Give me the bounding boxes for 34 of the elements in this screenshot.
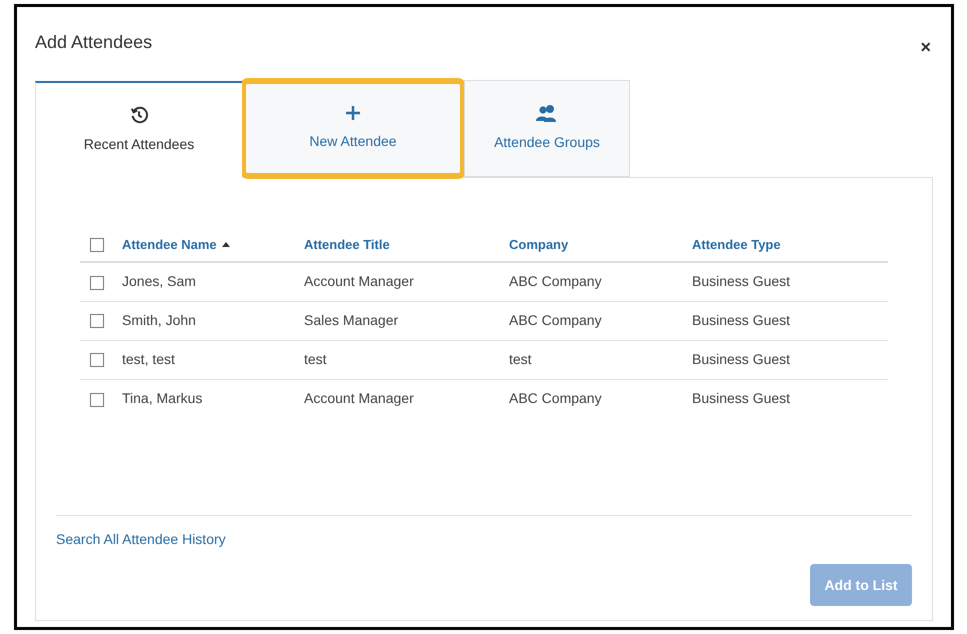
search-history-link[interactable]: Search All Attendee History: [56, 531, 226, 547]
table-cell: Business Guest: [692, 390, 790, 406]
history-icon: [130, 106, 148, 124]
table-cell: Sales Manager: [304, 312, 398, 328]
table-cell: ABC Company: [509, 312, 602, 328]
tab[interactable]: New Attendee: [242, 80, 464, 177]
dialog-title: Add Attendees: [35, 31, 152, 54]
tab[interactable]: Attendee Groups: [464, 80, 630, 177]
table-cell: Business Guest: [692, 312, 790, 328]
users-icon: [536, 104, 558, 122]
table-cell: Smith, John: [122, 312, 196, 328]
checkbox[interactable]: [90, 276, 104, 290]
column-header[interactable]: Attendee Type: [692, 234, 781, 254]
column-header[interactable]: Attendee Title: [304, 234, 390, 254]
table-cell: Business Guest: [692, 273, 790, 290]
table-cell: Business Guest: [692, 351, 790, 367]
table-cell: test: [509, 351, 532, 367]
table-cell: test: [304, 351, 327, 367]
table-cell: test, test: [122, 351, 175, 367]
table-cell: Tina, Markus: [122, 390, 202, 406]
table-cell: Jones, Sam: [122, 273, 196, 290]
close-button[interactable]: ×: [920, 38, 931, 56]
tab[interactable]: Recent Attendees: [35, 81, 242, 178]
checkbox[interactable]: [90, 392, 104, 407]
table-cell: Account Manager: [304, 390, 414, 406]
table-cell: ABC Company: [509, 273, 602, 290]
table-cell: Account Manager: [304, 273, 414, 290]
checkbox[interactable]: [90, 353, 104, 368]
checkbox[interactable]: [90, 314, 104, 328]
table-cell: ABC Company: [509, 390, 602, 406]
column-header[interactable]: Attendee Name: [122, 234, 230, 254]
column-header[interactable]: Company: [509, 234, 568, 254]
checkbox[interactable]: [90, 238, 104, 252]
plus-icon: [345, 105, 361, 121]
